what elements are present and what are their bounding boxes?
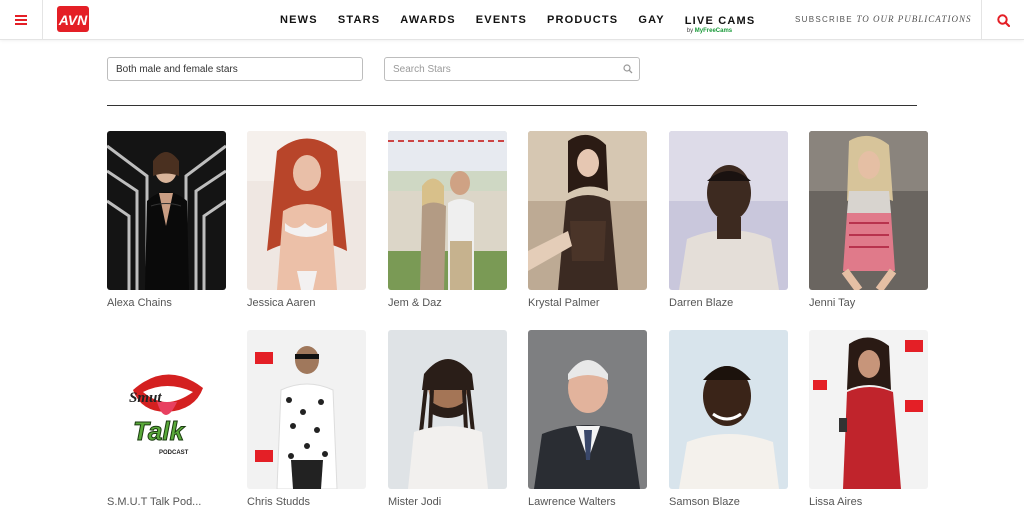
star-card[interactable]: Darren Blaze [669,131,788,309]
star-photo[interactable] [247,131,366,290]
nav-gay[interactable]: GAY [638,14,664,26]
star-card[interactable]: Krystal Palmer [528,131,647,309]
star-photo[interactable] [809,131,928,290]
star-photo[interactable] [669,131,788,290]
star-name[interactable]: Jenni Tay [809,297,928,309]
star-photo[interactable] [247,330,366,489]
smut-logo-line2: Talk [133,416,186,446]
star-name[interactable]: Chris Studds [247,496,366,508]
live-cams-sponsor: by MyFreeCams [687,28,732,34]
nav-awards[interactable]: AWARDS [400,14,455,26]
star-photo[interactable]: Smut Talk PODCAST [107,330,226,489]
hamburger-icon [15,15,27,25]
star-name[interactable]: Alexa Chains [107,297,226,309]
star-name[interactable]: Krystal Palmer [528,297,647,309]
star-card[interactable]: Alexa Chains [107,131,226,309]
smut-logo-line1: Smut [129,390,162,406]
star-photo[interactable] [528,131,647,290]
nav-stars[interactable]: STARS [338,14,380,26]
star-name[interactable]: S.M.U.T Talk Pod... [107,496,226,508]
star-card[interactable]: Jenni Tay [809,131,928,309]
star-card[interactable]: Jessica Aaren [247,131,366,309]
star-name[interactable]: Darren Blaze [669,297,788,309]
avn-logo[interactable]: AVN [57,6,89,32]
star-name[interactable]: Lawrence Walters [528,496,647,508]
star-card[interactable]: Lawrence Walters [528,330,647,508]
star-card[interactable]: Mister Jodi [388,330,507,508]
section-divider [107,105,917,106]
star-card[interactable]: Samson Blaze [669,330,788,508]
star-card[interactable]: Jem & Daz [388,131,507,309]
menu-button[interactable] [0,0,43,40]
main-nav: NEWS STARS AWARDS EVENTS PRODUCTS GAY LI… [280,0,775,40]
header-search-button[interactable] [981,0,1024,40]
star-photo[interactable] [107,131,226,290]
star-photo[interactable] [809,330,928,489]
star-name[interactable]: Samson Blaze [669,496,788,508]
nav-live-cams[interactable]: LIVE CAMS by MyFreeCams [685,15,756,34]
star-name[interactable]: Jessica Aaren [247,297,366,309]
star-card[interactable]: Chris Studds [247,330,366,508]
sponsor-prefix: by [686,27,694,34]
nav-products[interactable]: PRODUCTS [547,14,618,26]
top-header: AVN NEWS STARS AWARDS EVENTS PRODUCTS GA… [0,0,1024,40]
nav-news[interactable]: NEWS [280,14,318,26]
nav-live-cams-label: LIVE CAMS [684,14,756,27]
star-photo[interactable] [388,330,507,489]
subscribe-suffix: TO OUR PUBLICATIONS [856,14,972,24]
gender-filter-select[interactable]: Both male and female stars [107,57,363,81]
star-name[interactable]: Lissa Aires [809,496,928,508]
search-icon [996,13,1010,27]
sponsor-brand: MyFreeCams [694,27,733,34]
smut-logo-line3: PODCAST [159,450,189,456]
star-photo[interactable] [669,330,788,489]
star-name[interactable]: Mister Jodi [388,496,507,508]
star-photo[interactable] [528,330,647,489]
star-card[interactable]: Smut Talk PODCAST S.M.U.T Talk Pod... [107,330,226,508]
star-search-input[interactable] [385,58,605,80]
search-stars-icon[interactable] [623,64,633,74]
star-photo[interactable] [388,131,507,290]
star-search-field [384,57,640,81]
logo-text: AVN [58,12,88,28]
nav-events[interactable]: EVENTS [476,14,527,26]
subscribe-link[interactable]: SUBSCRIBE TO OUR PUBLICATIONS [795,14,971,24]
subscribe-prefix: SUBSCRIBE [795,15,853,24]
star-name[interactable]: Jem & Daz [388,297,507,309]
star-card[interactable]: Lissa Aires [809,330,928,508]
